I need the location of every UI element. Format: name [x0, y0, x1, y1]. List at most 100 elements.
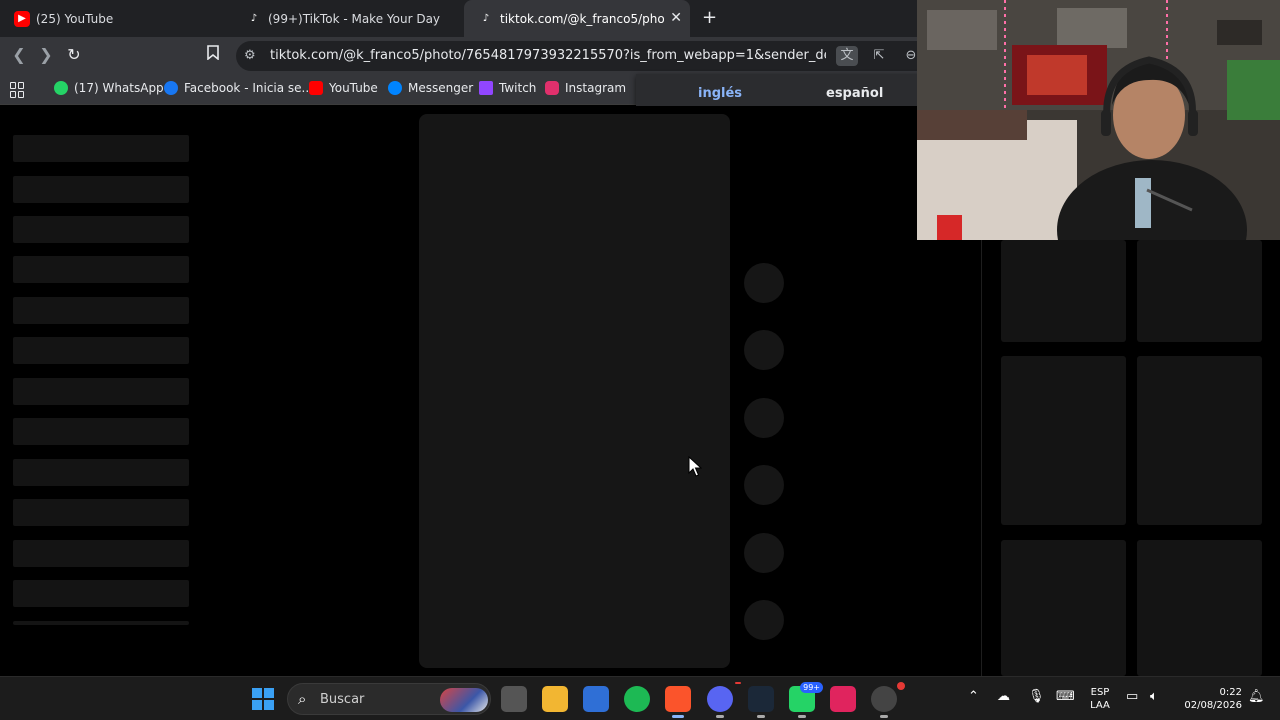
skeleton-item	[13, 176, 189, 203]
forward-icon[interactable]: ❯	[35, 45, 57, 64]
language-option-other[interactable]: español	[826, 86, 883, 101]
action-button-placeholder[interactable]	[744, 263, 784, 303]
tiktok-icon: ♪	[482, 13, 490, 24]
action-button-placeholder[interactable]	[744, 465, 784, 505]
notifications-icon[interactable]: 🔔︎	[1248, 689, 1265, 704]
running-indicator	[716, 715, 724, 718]
whatsapp-icon[interactable]: 99+	[789, 682, 823, 718]
keyboard-layout: LAA	[1090, 700, 1110, 711]
video-tile-placeholder[interactable]	[1137, 356, 1262, 525]
notification-badge: 99+	[800, 682, 823, 693]
tab-tiktok-photo[interactable]: ♪ tiktok.com/@k_franco5/photo/7( ✕	[464, 0, 690, 37]
running-indicator	[880, 715, 888, 718]
tab-youtube[interactable]: ▶ (25) YouTube	[0, 0, 232, 37]
taskbar: ⌕ Buscar 99+ ⌃ ☁ 🎙︎ ⌨ ESP LAA ▭ 🔈︎ 0:22 …	[0, 676, 1280, 720]
instagram-icon	[545, 81, 559, 95]
running-indicator	[672, 715, 684, 718]
back-icon[interactable]: ❮	[8, 45, 30, 64]
skeleton-item	[13, 337, 189, 364]
bookmark-label: (17) WhatsApp	[74, 81, 164, 95]
skeleton-item	[13, 621, 189, 625]
windows-start-icon[interactable]	[250, 686, 276, 712]
search-highlight-image	[440, 688, 488, 712]
bookmark-messenger[interactable]: Messenger	[388, 81, 473, 95]
action-button-placeholder[interactable]	[744, 398, 784, 438]
bookmark-whatsapp[interactable]: (17) WhatsApp	[54, 81, 164, 95]
skeleton-item	[13, 216, 189, 243]
action-button-placeholder[interactable]	[744, 600, 784, 640]
media-placeholder[interactable]	[419, 114, 730, 668]
tab-tiktok[interactable]: ♪ (99+)TikTok - Make Your Day	[232, 0, 464, 37]
new-tab-icon[interactable]: +	[702, 7, 717, 28]
microphone-icon[interactable]: 🎙︎	[1028, 689, 1045, 704]
skeleton-item	[13, 540, 189, 567]
bookmark-instagram[interactable]: Instagram	[545, 81, 626, 95]
divider	[981, 240, 982, 676]
apps-icon[interactable]	[10, 82, 26, 98]
twitch-icon	[479, 81, 493, 95]
discord-icon[interactable]	[707, 682, 741, 718]
language-code: ESP	[1090, 687, 1110, 698]
video-tile-placeholder[interactable]	[1137, 240, 1262, 342]
obs-icon[interactable]	[871, 682, 905, 718]
recording-indicator	[897, 682, 905, 690]
action-button-placeholder[interactable]	[744, 533, 784, 573]
messenger-icon	[388, 81, 402, 95]
volume-icon[interactable]: 🔈︎	[1150, 689, 1158, 704]
video-tile-placeholder[interactable]	[1001, 356, 1126, 525]
skeleton-item	[13, 378, 189, 405]
file-explorer-icon[interactable]	[542, 686, 568, 712]
skeleton-item	[13, 418, 189, 445]
youtube-icon	[309, 81, 323, 95]
video-tile-placeholder[interactable]	[1137, 540, 1262, 676]
close-icon[interactable]: ✕	[670, 10, 682, 26]
brave-browser-icon[interactable]	[665, 686, 691, 718]
microsoft-store-icon[interactable]	[583, 686, 609, 712]
running-indicator	[798, 715, 806, 718]
url-text: tiktok.com/@k_franco5/photo/765481797393…	[270, 48, 826, 63]
whatsapp-icon	[54, 81, 68, 95]
skeleton-item	[13, 135, 189, 162]
steam-icon[interactable]	[748, 686, 774, 718]
bookmark-label: Facebook - Inicia se...	[184, 81, 313, 95]
skeleton-item	[13, 580, 189, 607]
site-settings-icon[interactable]: ⚙	[244, 48, 256, 63]
mouse-cursor-icon	[688, 456, 702, 477]
notification-badge	[735, 682, 741, 684]
bookmark-facebook[interactable]: Facebook - Inicia se...	[164, 81, 313, 95]
spotify-icon[interactable]	[624, 686, 650, 712]
app-icon[interactable]	[830, 686, 856, 712]
bookmark-icon[interactable]	[202, 45, 224, 64]
task-view-icon[interactable]	[501, 686, 527, 712]
skeleton-item	[13, 499, 189, 526]
bookmark-youtube[interactable]: YouTube	[309, 81, 378, 95]
facebook-icon	[164, 81, 178, 95]
tab-title: (25) YouTube	[36, 11, 114, 26]
bookmark-label: Twitch	[499, 81, 537, 95]
tiktok-icon: ♪	[250, 13, 258, 24]
time: 0:22	[1219, 687, 1242, 698]
onedrive-icon[interactable]: ☁	[997, 689, 1010, 704]
taskbar-search[interactable]: ⌕ Buscar	[287, 683, 491, 715]
open-external-icon[interactable]: ⇱	[868, 46, 890, 66]
address-bar[interactable]: ⚙ tiktok.com/@k_franco5/photo/7654817973…	[236, 41, 936, 71]
keyboard-icon[interactable]: ⌨	[1056, 689, 1075, 704]
network-icon[interactable]: ▭	[1126, 689, 1138, 704]
translate-icon[interactable]: 文	[836, 46, 858, 66]
video-tile-placeholder[interactable]	[1001, 240, 1126, 342]
bookmark-label: YouTube	[329, 81, 378, 95]
clock[interactable]: 0:22 02/08/2026	[1176, 686, 1242, 712]
video-tile-placeholder[interactable]	[1001, 540, 1126, 676]
reload-icon[interactable]: ↻	[63, 45, 85, 64]
tab-title: (99+)TikTok - Make Your Day	[268, 11, 441, 26]
input-language[interactable]: ESP LAA	[1086, 686, 1114, 712]
bookmark-label: Instagram	[565, 81, 627, 95]
language-option-selected[interactable]: inglés	[698, 86, 742, 101]
skeleton-item	[13, 297, 189, 324]
skeleton-item	[13, 256, 189, 283]
skeleton-item	[13, 459, 189, 486]
bookmark-twitch[interactable]: Twitch	[479, 81, 536, 95]
running-indicator	[757, 715, 765, 718]
action-button-placeholder[interactable]	[744, 330, 784, 370]
chevron-up-icon[interactable]: ⌃	[968, 689, 979, 704]
